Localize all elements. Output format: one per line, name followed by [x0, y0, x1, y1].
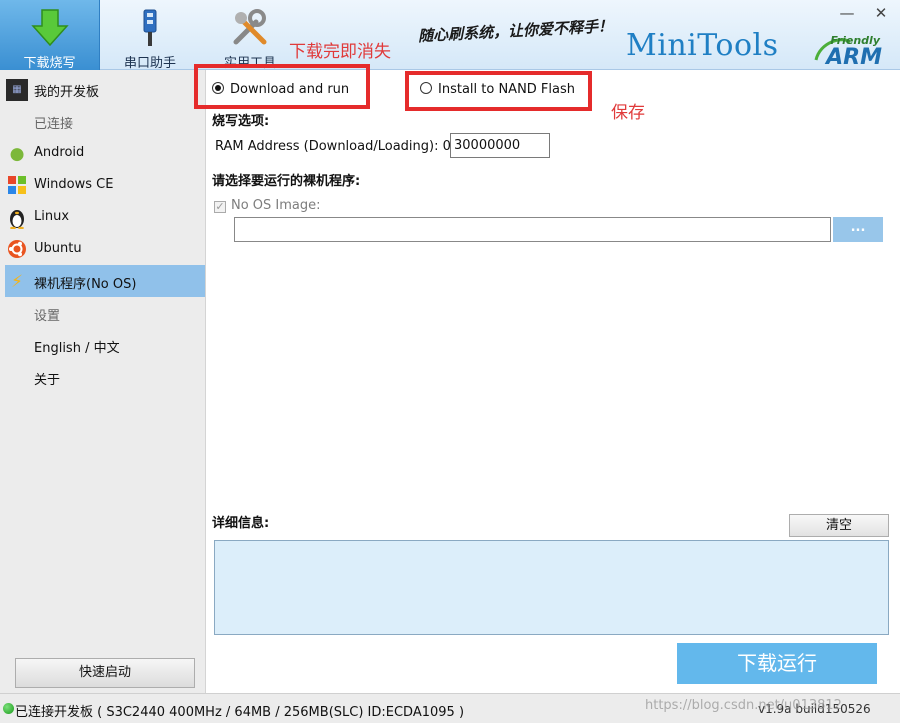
android-icon: ● — [9, 144, 25, 164]
download-tab[interactable]: 下载烧写 — [0, 0, 100, 71]
no-os-image-checkbox[interactable]: ✓ No OS Image: — [214, 198, 321, 213]
logo-arm-text: ARM — [826, 45, 882, 70]
sidebar-item-settings[interactable]: 设置 — [5, 297, 205, 329]
browse-button[interactable]: ... — [833, 217, 883, 242]
choose-program-heading: 请选择要运行的裸机程序: — [212, 174, 361, 189]
friendlyarm-logo: Friendly ARM — [812, 30, 888, 70]
slogan: 随心刷系统，让你爱不释手！ — [417, 16, 614, 46]
serial-tab-label: 串口助手 — [123, 56, 176, 71]
ram-address-input[interactable]: 30000000 — [450, 133, 550, 158]
sidebar-item-my-board[interactable]: ▦ 我的开发板 — [5, 73, 205, 105]
clear-button[interactable]: 清空 — [789, 514, 889, 537]
sidebar-item-label: 裸机程序(No OS) — [34, 277, 137, 292]
sidebar-item-label: 我的开发板 — [34, 85, 100, 100]
sidebar-item-label: English / 中文 — [34, 341, 120, 356]
windows-icon — [6, 175, 28, 197]
lightning-icon: ⚡ — [11, 272, 23, 292]
download-run-button[interactable]: 下载运行 — [677, 643, 877, 684]
serial-port-icon — [143, 9, 157, 46]
ubuntu-icon — [6, 239, 28, 261]
sidebar-item-label: Linux — [34, 209, 70, 224]
sidebar-item-no-os[interactable]: ⚡ 裸机程序(No OS) — [5, 265, 205, 297]
download-annotation: 下载完即消失 — [289, 42, 391, 62]
sidebar-item-label: Ubuntu — [34, 241, 82, 256]
sidebar-item-windows-ce[interactable]: Windows CE — [5, 169, 205, 201]
burn-options-heading: 烧写选项: — [212, 114, 270, 129]
annotation-box-download — [194, 64, 370, 109]
serial-tab[interactable]: 串口助手 — [100, 0, 200, 71]
install-annotation: 保存 — [611, 103, 645, 123]
status-text: 已连接开发板 ( S3C2440 400MHz / 64MB / 256MB(S… — [15, 705, 465, 720]
tools-tab[interactable]: 实用工具 — [200, 0, 300, 71]
wrench-icon — [233, 9, 267, 45]
sidebar-item-label: 设置 — [34, 309, 61, 324]
sidebar-item-linux[interactable]: Linux — [5, 201, 205, 233]
connected-status-icon — [3, 703, 14, 714]
download-arrow-icon — [31, 9, 69, 47]
top-toolbar: 下载烧写 串口助手 实用工具 随心刷系统，让你爱不释手！ MiniTools F… — [0, 0, 900, 71]
sidebar-item-label: 关于 — [34, 373, 61, 388]
sidebar: ▦ 我的开发板 已连接 ● Android Windows CE Linux U… — [0, 70, 206, 693]
linux-penguin-icon — [6, 207, 28, 230]
ram-address-label: RAM Address (Download/Loading): 0x — [215, 139, 459, 154]
sidebar-item-about[interactable]: 关于 — [5, 361, 205, 393]
sidebar-item-android[interactable]: ● Android — [5, 137, 205, 169]
quick-start-button[interactable]: 快速启动 — [15, 658, 195, 688]
checkbox-check-icon: ✓ — [214, 200, 226, 213]
no-os-image-label: No OS Image: — [231, 198, 321, 213]
minimize-button[interactable]: — — [836, 4, 858, 22]
sidebar-item-label: Windows CE — [34, 177, 114, 192]
annotation-box-install — [405, 71, 592, 111]
sidebar-item-ubuntu[interactable]: Ubuntu — [5, 233, 205, 265]
sidebar-item-connected[interactable]: 已连接 — [5, 105, 205, 137]
board-icon: ▦ — [6, 79, 28, 101]
download-tab-label: 下载烧写 — [23, 56, 76, 71]
sidebar-item-language[interactable]: English / 中文 — [5, 329, 205, 361]
image-path-input[interactable] — [234, 217, 831, 242]
details-log-area[interactable] — [214, 540, 889, 635]
close-button[interactable]: ✕ — [870, 4, 892, 22]
watermark: https://blog.csdn.net/u013812 — [645, 698, 842, 713]
sidebar-item-label: 已连接 — [34, 117, 74, 132]
details-heading: 详细信息: — [212, 516, 270, 531]
sidebar-item-label: Android — [34, 145, 85, 160]
brand-title: MiniTools — [626, 28, 779, 63]
